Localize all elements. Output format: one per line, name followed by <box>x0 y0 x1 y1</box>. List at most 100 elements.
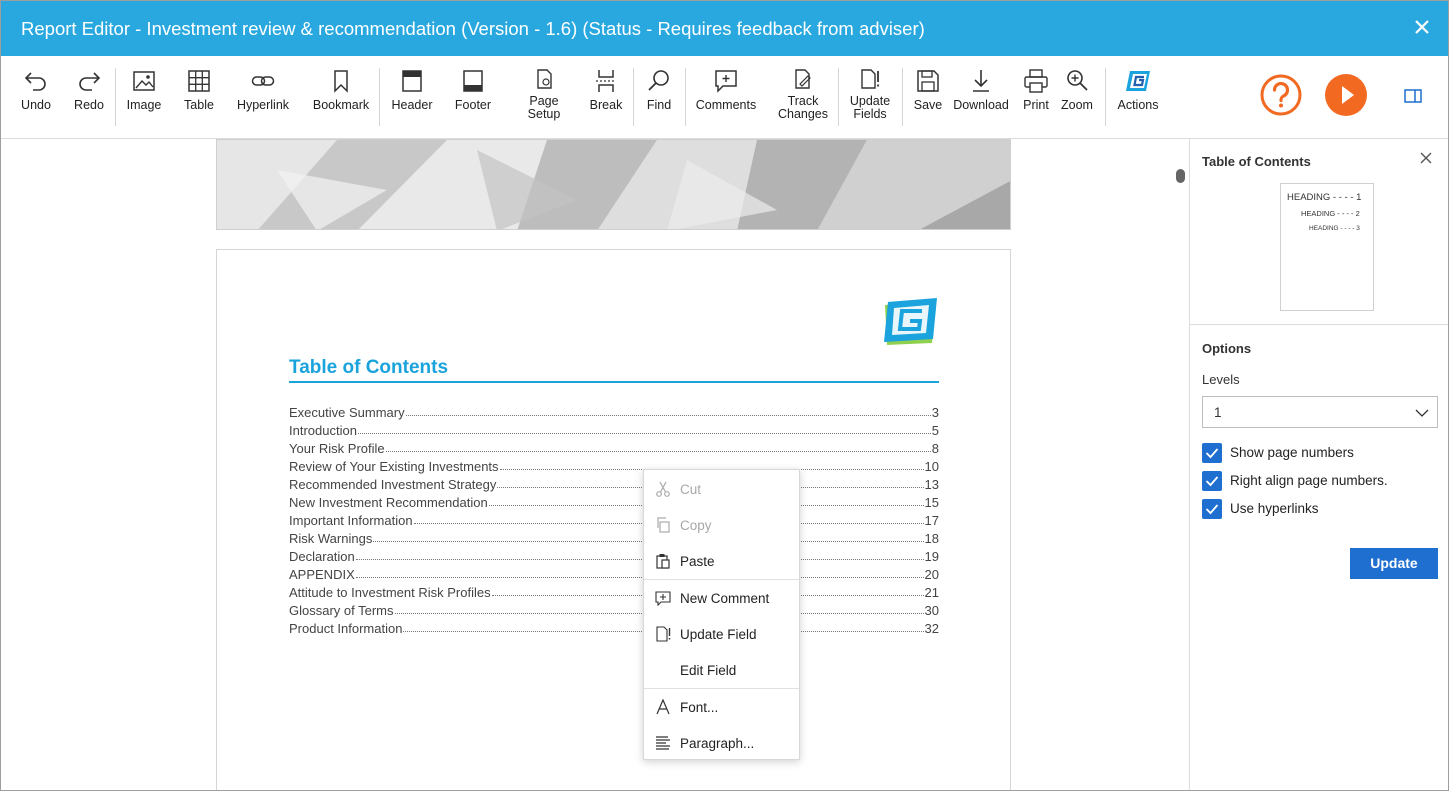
toc-entry-title: APPENDIX <box>289 567 355 582</box>
help-icon[interactable] <box>1259 73 1303 117</box>
checkmark-icon <box>1205 504 1219 515</box>
checkbox-checked <box>1202 471 1222 491</box>
header-label: Header <box>391 98 433 112</box>
image-button[interactable]: Image <box>126 68 162 112</box>
toc-entry[interactable]: APPENDIX 20 <box>289 564 939 582</box>
save-button[interactable]: Save <box>912 68 944 112</box>
footer-button[interactable]: Footer <box>453 68 493 112</box>
menu-item-paste-label: Paste <box>680 554 715 569</box>
undo-button[interactable]: Undo <box>20 68 52 112</box>
show-page-numbers-checkbox[interactable]: Show page numbers <box>1202 443 1362 463</box>
toc-entry-page: 21 <box>924 585 939 600</box>
header-banner-image <box>216 139 1011 230</box>
menu-item-edit-field[interactable]: Edit Field <box>644 652 799 688</box>
document-page[interactable]: Table of Contents Executive Summary 3 Intr… <box>216 249 1011 790</box>
comments-button[interactable]: Comments <box>695 68 757 112</box>
menu-item-paragraph[interactable]: Paragraph... <box>644 725 799 761</box>
redo-button[interactable]: Redo <box>73 68 105 112</box>
table-button[interactable]: Table <box>182 68 216 112</box>
context-menu: Cut Copy Paste New Comment Update Field … <box>643 469 800 760</box>
toc-entry[interactable]: Declaration 19 <box>289 546 939 564</box>
document-area[interactable]: Table of Contents Executive Summary 3 Intr… <box>1 139 1189 790</box>
use-hyperlinks-checkbox[interactable]: Use hyperlinks <box>1202 499 1342 519</box>
play-button[interactable] <box>1325 74 1367 116</box>
use-hyperlinks-label: Use hyperlinks <box>1230 501 1319 516</box>
toc-entry-page: 20 <box>924 567 939 582</box>
toolbar: Undo Redo Image Table Hyperlink Bookmark… <box>1 56 1448 139</box>
update-button[interactable]: Update <box>1350 548 1438 579</box>
menu-item-cut[interactable]: Cut <box>644 471 799 507</box>
toc-entry[interactable]: Executive Summary 3 <box>289 402 939 420</box>
break-button[interactable]: Break <box>588 68 624 112</box>
header-button[interactable]: Header <box>390 68 434 112</box>
toc-entry[interactable]: Glossary of Terms 30 <box>289 600 939 618</box>
toc-style-preview: HEADING - - - - 1 HEADING - - - - 2 HEAD… <box>1280 183 1374 311</box>
menu-item-edit-field-label: Edit Field <box>680 663 737 678</box>
right-align-checkbox[interactable]: Right align page numbers. <box>1202 471 1402 491</box>
comments-label: Comments <box>695 98 757 112</box>
toc-entry[interactable]: Product Information 32 <box>289 618 939 636</box>
close-icon[interactable] <box>1410 15 1434 39</box>
page-setup-icon <box>537 69 552 89</box>
levels-select[interactable]: 1 <box>1202 396 1438 428</box>
undo-icon <box>24 72 46 91</box>
toc-entry[interactable]: New Investment Recommendation 15 <box>289 492 939 510</box>
zoom-label: Zoom <box>1061 98 1093 112</box>
toc-entry[interactable]: Recommended Investment Strategy 13 <box>289 474 939 492</box>
hyperlink-button[interactable]: Hyperlink <box>235 68 291 112</box>
redo-icon <box>79 72 101 91</box>
update-fields-button[interactable]: Update Fields <box>847 68 893 121</box>
window-title: Report Editor - Investment review & reco… <box>21 18 925 39</box>
company-logo <box>884 298 937 345</box>
menu-item-paste[interactable]: Paste <box>644 543 799 579</box>
toolbar-separator <box>685 68 686 126</box>
toc-entry-page: 5 <box>931 423 939 438</box>
toc-entry-title: Review of Your Existing Investments <box>289 459 499 474</box>
toc-entry[interactable]: Risk Warnings 18 <box>289 528 939 546</box>
menu-item-copy[interactable]: Copy <box>644 507 799 543</box>
page-setup-button[interactable]: Page Setup <box>524 68 564 121</box>
menu-item-cut-label: Cut <box>680 482 702 497</box>
side-panel-toggle-icon[interactable] <box>1404 89 1422 103</box>
actions-button[interactable]: Actions <box>1116 68 1160 112</box>
menu-item-copy-label: Copy <box>680 518 712 533</box>
undo-label: Undo <box>21 98 51 112</box>
toc-entry-page: 17 <box>924 513 939 528</box>
toc-side-panel: Table of Contents HEADING - - - - 1 HEAD… <box>1189 139 1448 790</box>
find-button[interactable]: Find <box>643 68 675 112</box>
side-panel-title: Table of Contents <box>1202 154 1311 169</box>
checkmark-icon <box>1205 476 1219 487</box>
toc-entry-page: 13 <box>924 477 939 492</box>
checkmark-icon <box>1205 448 1219 459</box>
actions-logo-icon <box>1126 71 1150 91</box>
download-button[interactable]: Download <box>953 68 1009 112</box>
toc-entry[interactable]: Introduction 5 <box>289 420 939 438</box>
toc-entry[interactable]: Review of Your Existing Investments 10 <box>289 456 939 474</box>
toc-dot-leader <box>355 577 924 578</box>
toc-dot-leader <box>405 415 931 416</box>
show-page-numbers-label: Show page numbers <box>1230 445 1354 460</box>
save-icon <box>917 70 939 92</box>
track-changes-icon <box>795 69 811 89</box>
toc-entry[interactable]: Important Information 17 <box>289 510 939 528</box>
menu-item-update-field[interactable]: Update Field <box>644 616 799 652</box>
toc-entry[interactable]: Attitude to Investment Risk Profiles 21 <box>289 582 939 600</box>
find-label: Find <box>646 98 672 112</box>
image-icon <box>133 71 155 91</box>
track-changes-button[interactable]: Track Changes <box>776 68 830 121</box>
close-panel-icon[interactable] <box>1419 151 1433 165</box>
bookmark-button[interactable]: Bookmark <box>311 68 371 112</box>
menu-item-font[interactable]: Font... <box>644 689 799 725</box>
toc-entry-page: 19 <box>924 549 939 564</box>
zoom-button[interactable]: Zoom <box>1060 68 1094 112</box>
toc-entry[interactable]: Your Risk Profile 8 <box>289 438 939 456</box>
download-icon <box>973 70 989 92</box>
print-button[interactable]: Print <box>1020 68 1052 112</box>
vertical-scrollbar-thumb[interactable] <box>1176 169 1185 183</box>
levels-label: Levels <box>1202 372 1240 387</box>
toc-entry-title: Product Information <box>289 621 403 636</box>
menu-item-new-comment[interactable]: New Comment <box>644 580 799 616</box>
side-panel-divider <box>1190 324 1448 325</box>
checkbox-checked <box>1202 499 1222 519</box>
toc-entry-title: New Investment Recommendation <box>289 495 488 510</box>
